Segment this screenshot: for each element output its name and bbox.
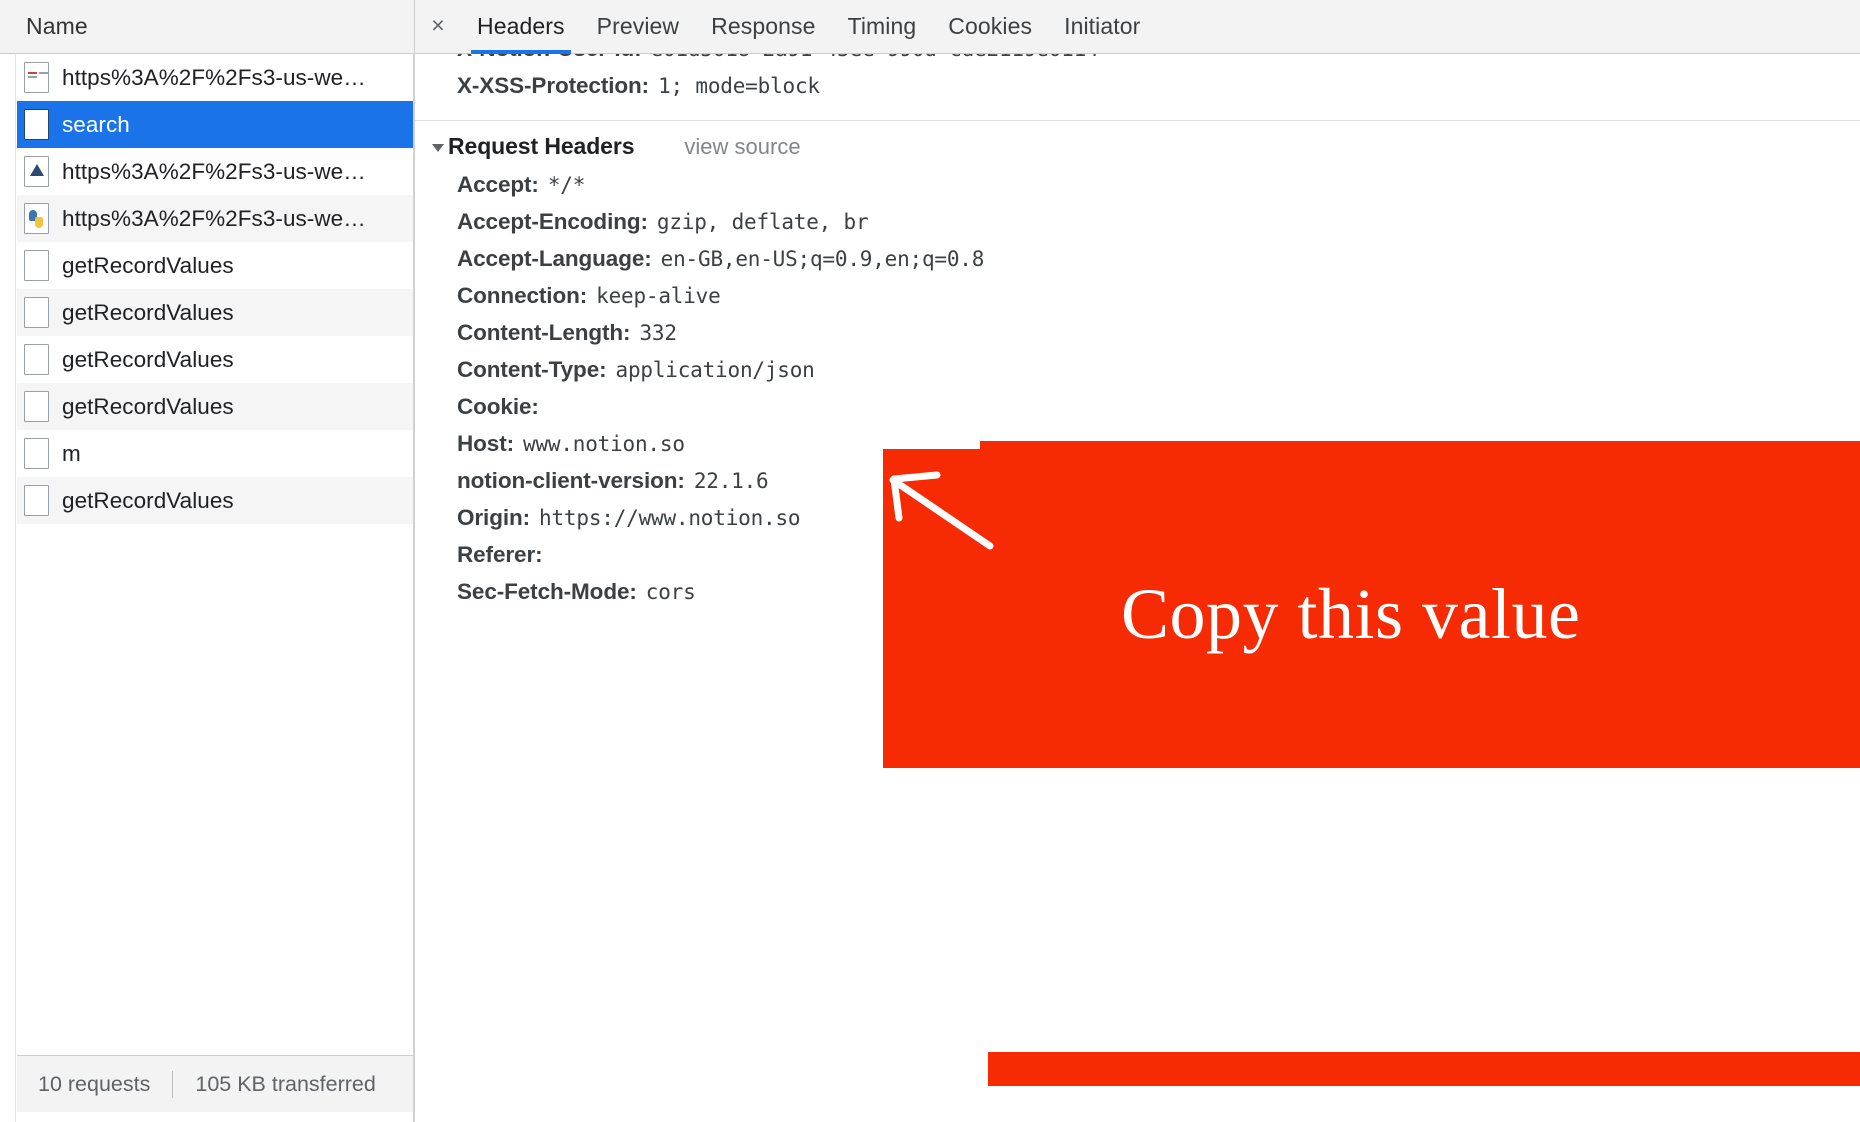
document-python-icon xyxy=(24,203,49,234)
request-list-item-label: getRecordValues xyxy=(62,252,234,278)
close-icon[interactable]: × xyxy=(415,0,461,53)
header-value: cors xyxy=(645,580,696,604)
request-headers-section-header[interactable]: Request Headers view source xyxy=(415,121,1860,172)
header-key: X-XSS-Protection: xyxy=(457,73,650,98)
header-row: Cookie: xyxy=(415,394,1860,431)
request-list-item[interactable]: getRecordValues xyxy=(17,477,413,524)
document-text-icon xyxy=(24,62,49,93)
header-key: Connection: xyxy=(457,283,588,308)
request-list-item-label: https%3A%2F%2Fs3-us-we… xyxy=(62,205,366,231)
tab-cookies[interactable]: Cookies xyxy=(932,0,1048,53)
clipped-response-header-row: X-Notion-User-Id: e01d5018-2a91-45ee-990d… xyxy=(415,54,1860,73)
header-key: Content-Length: xyxy=(457,320,631,345)
tab-initiator[interactable]: Initiator xyxy=(1048,0,1156,53)
transferred-size-label: 105 KB transferred xyxy=(195,1071,376,1096)
request-list-item-label: getRecordValues xyxy=(62,346,234,372)
annotation-label: Copy this value xyxy=(1121,574,1581,654)
header-row: Accept-Language: en-GB,en-US;q=0.9,en;q=0… xyxy=(415,246,1860,283)
document-triangle-icon xyxy=(24,156,49,187)
request-list-item-label: getRecordValues xyxy=(62,299,234,325)
header-value: 332 xyxy=(639,321,677,345)
header-value: en-GB,en-US;q=0.9,en;q=0.8 xyxy=(660,247,985,271)
request-list-panel: Name https%3A%2F%2Fs3-us-we… search https%… xyxy=(0,0,415,1122)
header-row: Connection: keep-alive xyxy=(415,283,1860,320)
response-headers-tail: X-XSS-Protection: 1; mode=block xyxy=(415,73,1860,110)
header-value: application/json xyxy=(615,358,815,382)
header-row: Accept: */* xyxy=(415,172,1860,209)
redaction-box-referer xyxy=(988,1052,1860,1086)
header-key: Accept: xyxy=(457,172,539,197)
document-blank-icon xyxy=(24,391,49,422)
document-blank-icon xyxy=(24,438,49,469)
header-value: 1; mode=block xyxy=(658,74,820,98)
header-key: Referer: xyxy=(457,542,543,567)
header-key: Sec-Fetch-Mode: xyxy=(457,579,637,604)
request-list-item-label: getRecordValues xyxy=(62,487,234,513)
request-list-item[interactable]: search xyxy=(17,101,413,148)
request-list-item-label: https%3A%2F%2Fs3-us-we… xyxy=(62,158,366,184)
request-headers-title: Request Headers xyxy=(448,133,635,159)
header-key: X-Notion-User-Id: xyxy=(457,54,642,61)
request-list-item[interactable]: m xyxy=(17,430,413,477)
chevron-down-icon[interactable] xyxy=(432,143,444,152)
document-blank-icon xyxy=(24,250,49,281)
panel-bottom-edge xyxy=(17,1112,414,1122)
header-key: Accept-Encoding: xyxy=(457,209,648,234)
header-row: Accept-Encoding: gzip, deflate, br xyxy=(415,209,1860,246)
requests-count-label: 10 requests xyxy=(38,1071,151,1096)
header-value: */* xyxy=(547,173,586,197)
header-key: Origin: xyxy=(457,505,531,530)
header-key: Host: xyxy=(457,431,514,456)
document-blank-icon xyxy=(24,344,49,375)
request-list-item[interactable]: https%3A%2F%2Fs3-us-we… xyxy=(17,148,413,195)
request-list-item[interactable]: getRecordValues xyxy=(17,383,413,430)
request-list-item[interactable]: getRecordValues xyxy=(17,336,413,383)
request-list-item-label: https%3A%2F%2Fs3-us-we… xyxy=(62,64,366,90)
tab-timing[interactable]: Timing xyxy=(832,0,933,53)
document-blank-icon xyxy=(24,485,49,516)
header-key: notion-client-version: xyxy=(457,468,685,493)
column-header-name-label: Name xyxy=(26,13,88,39)
header-value: https://www.notion.so xyxy=(539,506,801,530)
header-value: keep-alive xyxy=(596,284,721,308)
request-list-item[interactable]: https%3A%2F%2Fs3-us-we… xyxy=(17,54,413,101)
devtools-network-panel: Name https%3A%2F%2Fs3-us-we… search https%… xyxy=(0,0,1860,1122)
request-list-item[interactable]: getRecordValues xyxy=(17,289,413,336)
detail-tab-bar: × Headers Preview Response Timing Cookies Ini… xyxy=(415,0,1860,54)
header-key: Cookie: xyxy=(457,394,539,419)
request-list[interactable]: https%3A%2F%2Fs3-us-we… search https%3A%2F… xyxy=(17,54,414,1055)
header-value: www.notion.so xyxy=(523,432,685,456)
tab-response[interactable]: Response xyxy=(695,0,831,53)
header-row: X-XSS-Protection: 1; mode=block xyxy=(415,73,1860,110)
request-detail-panel: × Headers Preview Response Timing Cookies Ini… xyxy=(415,0,1860,1122)
header-key: Accept-Language: xyxy=(457,246,652,271)
request-list-item-label: getRecordValues xyxy=(62,393,234,419)
document-blank-icon xyxy=(24,109,49,140)
header-row: Content-Type: application/json xyxy=(415,357,1860,394)
request-list-item[interactable]: https%3A%2F%2Fs3-us-we… xyxy=(17,195,413,242)
header-value: e01d5018-2a91-45ee-990d-cde2119e0114 xyxy=(651,54,1099,61)
header-value: gzip, deflate, br xyxy=(656,210,869,234)
header-key: Content-Type: xyxy=(457,357,607,382)
request-list-item-label: m xyxy=(62,440,81,466)
status-divider xyxy=(172,1070,174,1098)
tab-preview[interactable]: Preview xyxy=(581,0,696,53)
network-status-bar: 10 requests 105 KB transferred xyxy=(17,1055,414,1112)
header-row: Content-Length: 332 xyxy=(415,320,1860,357)
tab-headers[interactable]: Headers xyxy=(461,0,581,54)
request-list-item[interactable]: getRecordValues xyxy=(17,242,413,289)
document-blank-icon xyxy=(24,297,49,328)
request-list-column-header[interactable]: Name xyxy=(0,0,414,54)
view-source-link[interactable]: view source xyxy=(684,134,800,160)
request-list-item-label: search xyxy=(62,111,130,137)
panel-left-gutter xyxy=(0,0,16,1122)
header-value: 22.1.6 xyxy=(693,469,769,493)
